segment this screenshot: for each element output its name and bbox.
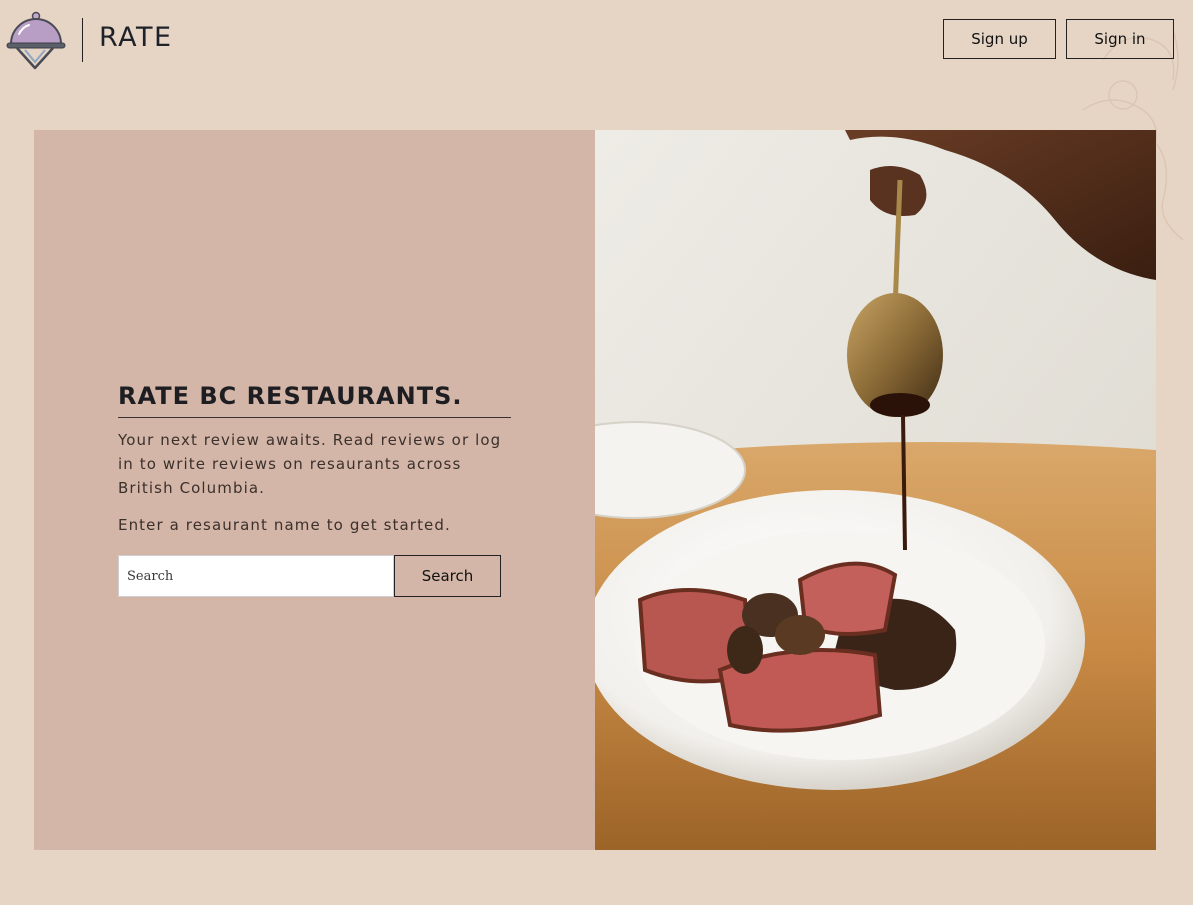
sign-in-button[interactable]: Sign in xyxy=(1066,19,1174,59)
food-cloche-icon[interactable] xyxy=(5,10,67,70)
search-button[interactable]: Search xyxy=(394,555,501,597)
site-header: RATE Sign up Sign in xyxy=(0,0,1193,80)
hero-food-image xyxy=(595,130,1156,850)
hero-content: RATE BC RESTAURANTS. Your next review aw… xyxy=(118,382,511,534)
logo-divider xyxy=(82,18,83,62)
brand-name[interactable]: RATE xyxy=(99,22,173,53)
hero-description: Your next review awaits. Read reviews or… xyxy=(118,431,502,497)
sign-up-button[interactable]: Sign up xyxy=(943,19,1056,59)
search-input[interactable] xyxy=(118,555,394,597)
hero-section: RATE BC RESTAURANTS. Your next review aw… xyxy=(34,130,1156,850)
hero-title: RATE BC RESTAURANTS. xyxy=(118,382,511,418)
search-hint: Enter a resaurant name to get started. xyxy=(118,516,451,534)
plated-steak-photo xyxy=(595,130,1156,850)
hero-text-panel: RATE BC RESTAURANTS. Your next review aw… xyxy=(34,130,595,850)
